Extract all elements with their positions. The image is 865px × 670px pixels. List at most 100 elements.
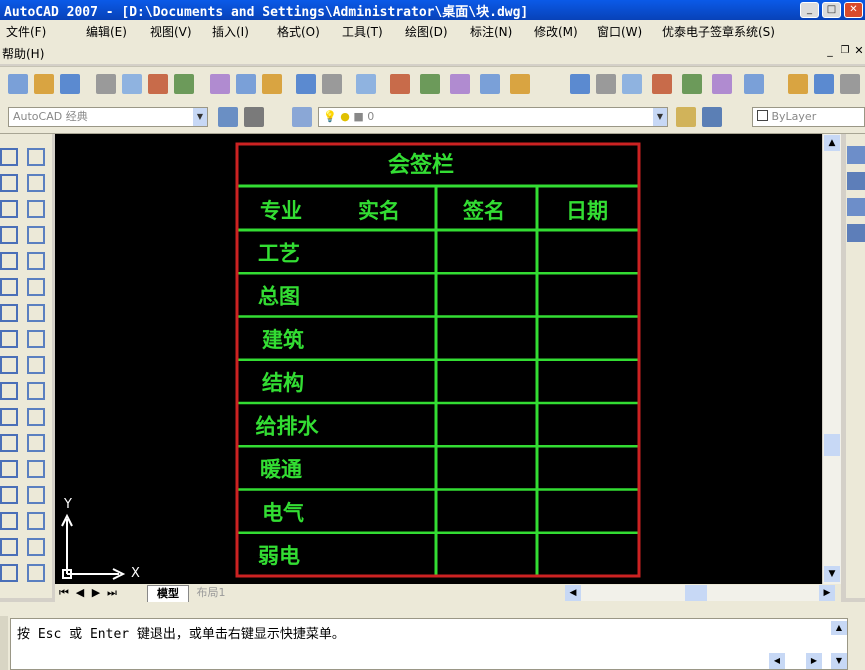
scroll-up-icon[interactable]: ▲ — [824, 135, 840, 151]
draw-tool-icon[interactable] — [0, 226, 18, 244]
modify-tool-icon[interactable] — [27, 174, 45, 192]
menu-draw[interactable]: 绘图(D) — [405, 23, 448, 40]
draw-tool-icon[interactable] — [0, 486, 18, 504]
toolbar-icon[interactable] — [622, 74, 642, 94]
draw-tool-icon[interactable] — [0, 174, 18, 192]
menu-insert[interactable]: 插入(I) — [212, 23, 249, 40]
draw-tool-icon[interactable] — [0, 512, 18, 530]
cmd-scroll-right-icon[interactable]: ▶ — [806, 653, 822, 669]
draw-tool-icon[interactable] — [0, 460, 18, 478]
toolbar-icon[interactable] — [840, 74, 860, 94]
modify-tool-icon[interactable] — [27, 252, 45, 270]
scroll-down-icon[interactable]: ▼ — [824, 566, 840, 582]
vertical-scrollbar[interactable]: ▲ ▼ — [823, 134, 841, 584]
workspace-combo[interactable]: AutoCAD 经典 ▼ — [8, 107, 208, 127]
close-button[interactable]: ✕ — [844, 2, 863, 18]
menu-help[interactable]: 帮助(H) — [2, 45, 44, 62]
draw-tool-icon[interactable] — [0, 356, 18, 374]
horizontal-scrollbar[interactable]: ◀ ▶ — [565, 585, 835, 601]
toolbar-icon[interactable] — [356, 74, 376, 94]
scroll-left-icon[interactable]: ◀ — [565, 585, 581, 601]
modify-tool-icon[interactable] — [27, 330, 45, 348]
modify-tool-icon[interactable] — [27, 226, 45, 244]
toolbar-icon[interactable] — [420, 74, 440, 94]
toolbar-icon[interactable] — [788, 74, 808, 94]
scroll-right-icon[interactable]: ▶ — [819, 585, 835, 601]
toolbar-icon[interactable] — [8, 74, 28, 94]
toolbar-icon[interactable] — [570, 74, 590, 94]
menu-window[interactable]: 窗口(W) — [597, 23, 642, 40]
draw-tool-icon[interactable] — [0, 434, 18, 452]
toolbar-icon[interactable] — [847, 224, 865, 242]
doc-minimize-icon[interactable]: _ — [824, 45, 836, 57]
menu-view[interactable]: 视图(V) — [150, 23, 192, 40]
draw-tool-icon[interactable] — [0, 252, 18, 270]
tab-layout1[interactable]: 布局1 — [189, 585, 233, 601]
scroll-thumb[interactable] — [824, 434, 840, 456]
layer-previous-icon[interactable] — [702, 107, 722, 127]
toolbar-icon[interactable] — [480, 74, 500, 94]
draw-tool-icon[interactable] — [0, 408, 18, 426]
toolbar-icon[interactable] — [847, 146, 865, 164]
command-history[interactable]: 按 Esc 或 Enter 键退出，或单击右键显示快捷菜单。 ▲ ◀ ▶ ▼ — [10, 618, 848, 670]
toolbar-icon[interactable] — [847, 198, 865, 216]
toolbar-icon[interactable] — [390, 74, 410, 94]
layer-manager-icon[interactable] — [292, 107, 312, 127]
chevron-down-icon[interactable]: ▼ — [193, 108, 207, 126]
draw-tool-icon[interactable] — [0, 564, 18, 582]
menu-signature-system[interactable]: 优泰电子签章系统(S) — [662, 23, 775, 40]
color-combo[interactable]: ByLayer — [752, 107, 865, 127]
layer-combo[interactable]: 💡 ● ■ 0 ▼ — [318, 107, 668, 127]
toolbar-icon[interactable] — [682, 74, 702, 94]
make-current-layer-icon[interactable] — [676, 107, 696, 127]
toolbar-icon[interactable] — [712, 74, 732, 94]
modify-tool-icon[interactable] — [27, 356, 45, 374]
toolbar-icon[interactable] — [652, 74, 672, 94]
menu-edit[interactable]: 编辑(E) — [86, 23, 127, 40]
modify-tool-icon[interactable] — [27, 564, 45, 582]
toolbar-icon[interactable] — [34, 74, 54, 94]
toolbar-icon[interactable] — [322, 74, 342, 94]
last-tab-icon[interactable]: ⏭ — [105, 585, 119, 601]
workspace-settings-icon[interactable] — [218, 107, 238, 127]
modify-tool-icon[interactable] — [27, 460, 45, 478]
command-grip[interactable] — [0, 616, 8, 670]
toolbar-icon[interactable] — [262, 74, 282, 94]
modify-tool-icon[interactable] — [27, 148, 45, 166]
modify-tool-icon[interactable] — [27, 512, 45, 530]
doc-restore-icon[interactable]: ❐ — [839, 45, 851, 57]
first-tab-icon[interactable]: ⏮ — [57, 585, 71, 601]
draw-tool-icon[interactable] — [0, 538, 18, 556]
toolbar-icon[interactable] — [510, 74, 530, 94]
toolbar-icon[interactable] — [296, 74, 316, 94]
modify-tool-icon[interactable] — [27, 434, 45, 452]
modify-tool-icon[interactable] — [27, 408, 45, 426]
chevron-down-icon[interactable]: ▼ — [653, 108, 667, 126]
toolbar-icon[interactable] — [210, 74, 230, 94]
toolbar-icon[interactable] — [596, 74, 616, 94]
draw-tool-icon[interactable] — [0, 278, 18, 296]
menu-file[interactable]: 文件(F) — [6, 23, 46, 40]
menu-tools[interactable]: 工具(T) — [342, 23, 383, 40]
toolbar-icon[interactable] — [744, 74, 764, 94]
toolbar-icon[interactable] — [148, 74, 168, 94]
menu-dimension[interactable]: 标注(N) — [470, 23, 512, 40]
menu-modify[interactable]: 修改(M) — [534, 23, 578, 40]
toolbar-icon[interactable] — [847, 172, 865, 190]
maximize-button[interactable]: □ — [822, 2, 841, 18]
tab-model[interactable]: 模型 — [147, 585, 189, 603]
doc-close-icon[interactable]: ✕ — [853, 45, 865, 57]
toolbar-icon[interactable] — [814, 74, 834, 94]
prev-tab-icon[interactable]: ◀ — [73, 585, 87, 601]
minimize-button[interactable]: _ — [800, 2, 819, 18]
modify-tool-icon[interactable] — [27, 278, 45, 296]
toolbar-icon[interactable] — [122, 74, 142, 94]
draw-tool-icon[interactable] — [0, 200, 18, 218]
modify-tool-icon[interactable] — [27, 382, 45, 400]
modify-tool-icon[interactable] — [27, 200, 45, 218]
drawing-canvas[interactable]: 会签栏 专业 实名 签名 日期 工艺 总图 建筑 结构 给排水 暖通 电气 弱电 Y X — [55, 134, 822, 584]
toolbar-icon[interactable] — [174, 74, 194, 94]
draw-tool-icon[interactable] — [0, 382, 18, 400]
cmd-scroll-up-icon[interactable]: ▲ — [831, 621, 847, 635]
toolbar-icon[interactable] — [96, 74, 116, 94]
